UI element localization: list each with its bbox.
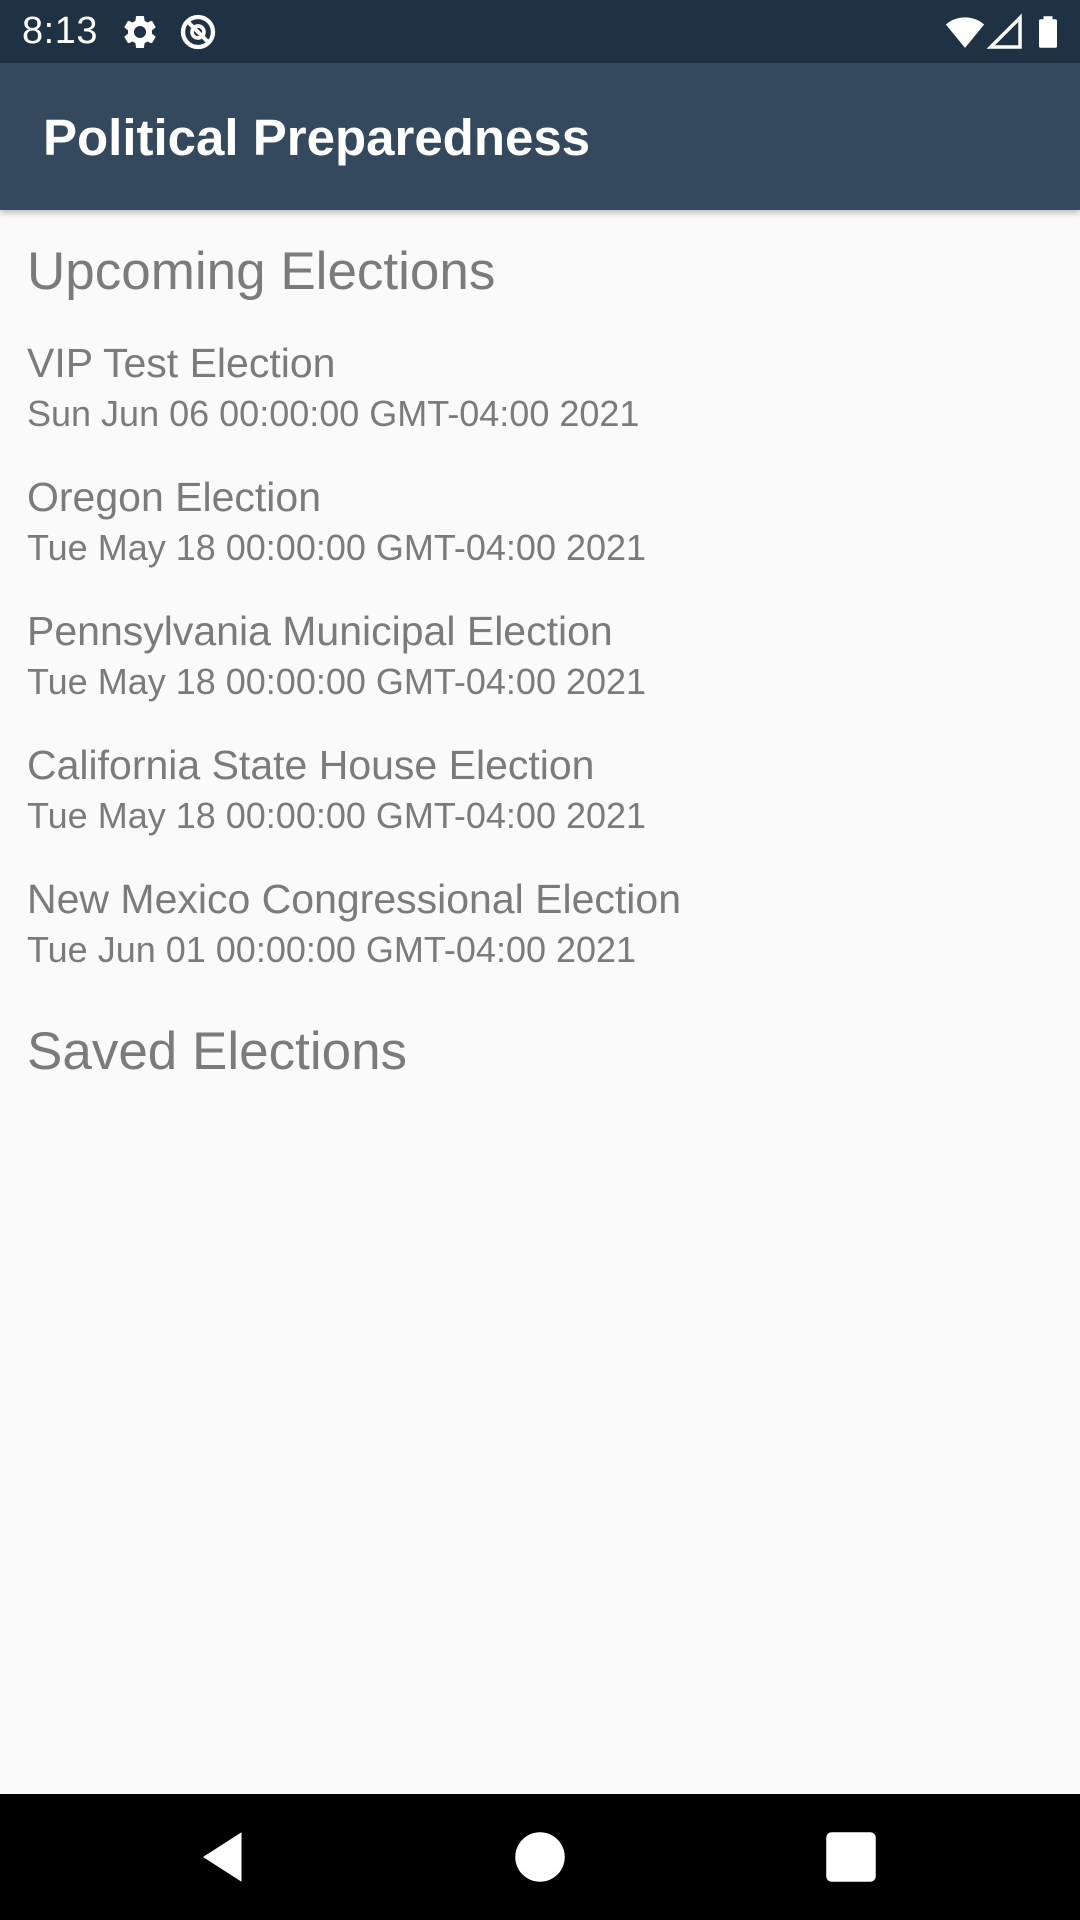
election-name: Pennsylvania Municipal Election — [27, 608, 613, 654]
election-name: Oregon Election — [27, 474, 322, 520]
recents-icon[interactable] — [818, 1824, 884, 1890]
election-name: New Mexico Congressional Election — [27, 876, 682, 922]
election-list-item[interactable]: Pennsylvania Municipal Election Tue May … — [0, 606, 1080, 734]
gear-icon — [124, 15, 156, 48]
election-date: Sun Jun 06 00:00:00 GMT-04:00 2021 — [27, 393, 640, 434]
status-bar: 8:13 — [0, 0, 1080, 63]
election-date: Tue Jun 01 00:00:00 GMT-04:00 2021 — [27, 929, 637, 970]
system-nav-bar — [0, 1794, 1080, 1920]
election-list-item[interactable]: Oregon Election Tue May 18 00:00:00 GMT-… — [0, 472, 1080, 600]
election-list-item[interactable]: VIP Test Election Sun Jun 06 00:00:00 GM… — [0, 338, 1080, 466]
home-icon[interactable] — [507, 1824, 573, 1890]
election-date: Tue May 18 00:00:00 GMT-04:00 2021 — [27, 527, 647, 568]
app-title: Political Preparedness — [43, 109, 591, 166]
election-date: Tue May 18 00:00:00 GMT-04:00 2021 — [27, 795, 647, 836]
status-time: 8:13 — [22, 10, 98, 52]
app-bar: Political Preparedness — [0, 63, 1080, 210]
election-date: Tue May 18 00:00:00 GMT-04:00 2021 — [27, 661, 647, 702]
election-list-item[interactable]: New Mexico Congressional Election Tue Ju… — [0, 874, 1080, 1002]
signal-icon — [986, 13, 1022, 49]
upcoming-elections-header: Upcoming Elections — [27, 242, 496, 301]
back-icon[interactable] — [192, 1824, 258, 1890]
election-name: California State House Election — [27, 742, 595, 788]
sync-disabled-icon — [180, 14, 216, 50]
battery-icon — [1039, 16, 1057, 48]
election-list-item[interactable]: California State House Election Tue May … — [0, 740, 1080, 868]
saved-elections-header: Saved Elections — [27, 1022, 408, 1081]
wifi-icon — [945, 17, 985, 48]
election-name: VIP Test Election — [27, 340, 336, 386]
